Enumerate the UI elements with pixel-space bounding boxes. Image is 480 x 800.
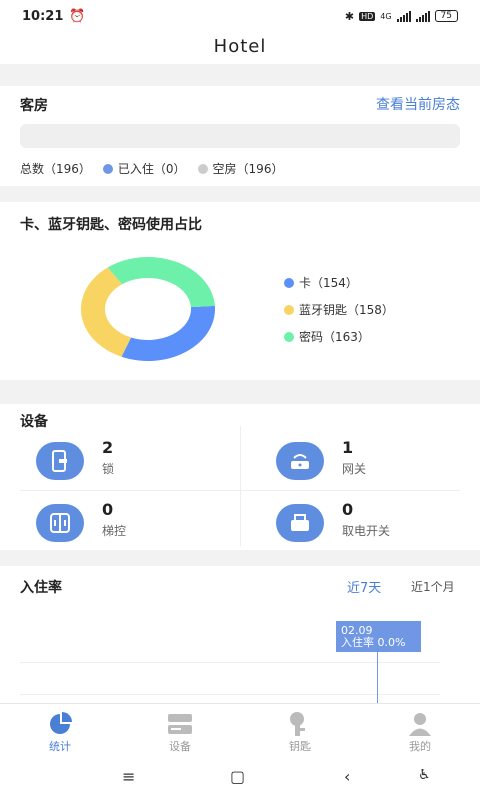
tab-keys[interactable]: 钥匙 bbox=[260, 710, 340, 754]
menu-nav-button[interactable]: ≡ bbox=[122, 767, 135, 786]
bluetooth-icon: ✱ bbox=[344, 9, 355, 23]
home-nav-button[interactable]: ▢ bbox=[230, 767, 245, 786]
status-bar: 10:21 ⏰ ✱ HD 4G 75 bbox=[0, 0, 480, 32]
donut-slice-password bbox=[107, 257, 215, 308]
usage-ratio-card: 卡、蓝牙钥匙、密码使用占比 卡（154） 蓝牙钥匙（158） 密码（163） bbox=[0, 202, 480, 380]
vacant-dot bbox=[197, 163, 208, 174]
devices-title: 设备 bbox=[20, 414, 48, 430]
legend-bluetooth-key: 蓝牙钥匙（158） bbox=[284, 301, 394, 318]
elevator-control-label: 梯控 bbox=[102, 524, 127, 538]
legend-vacant: 空房（196） bbox=[197, 160, 284, 177]
gateway-label: 网关 bbox=[342, 462, 367, 476]
legend-bluetooth-label: 蓝牙钥匙（158） bbox=[299, 303, 394, 317]
legend-card: 卡（154） bbox=[284, 274, 358, 291]
rooms-card: 客房 查看当前房态 总数（196） 已入住（0） 空房（196） bbox=[0, 86, 480, 186]
chart-tooltip: 02.09 入住率 0.0% bbox=[336, 621, 421, 652]
tab-keys-label: 钥匙 bbox=[289, 740, 311, 753]
device-lock[interactable]: 2 锁 bbox=[20, 434, 238, 494]
accessibility-icon[interactable]: ♿ bbox=[418, 767, 431, 783]
tab-devices-label: 设备 bbox=[169, 740, 191, 753]
occupancy-card: 入住率 近7天 近1个月 02.09 入住率 0.0% bbox=[0, 566, 480, 706]
occupied-label: 已入住（0） bbox=[117, 162, 186, 176]
lock-label: 锁 bbox=[102, 462, 115, 476]
network-label: 4G bbox=[380, 11, 392, 21]
tab-stats-label: 统计 bbox=[49, 740, 71, 753]
chart-cursor-line bbox=[377, 652, 378, 706]
vacant-label: 空房（196） bbox=[212, 162, 284, 176]
device-power-switch[interactable]: 0 取电开关 bbox=[260, 496, 478, 556]
battery-icon: 75 bbox=[434, 10, 458, 22]
app-screen: 10:21 ⏰ ✱ HD 4G 75 Hotel 客房 查看当前房态 总数（19… bbox=[0, 0, 480, 800]
legend-password-dot bbox=[284, 331, 294, 342]
devices-divider-vertical bbox=[240, 426, 241, 546]
device-elevator-control[interactable]: 0 梯控 bbox=[20, 496, 238, 556]
room-occupancy-bar bbox=[20, 124, 460, 148]
devices-card: 设备 2 锁 1 网关 0 梯控 0 取电开关 bbox=[0, 404, 480, 550]
back-nav-button[interactable]: ‹ bbox=[344, 767, 350, 786]
app-title: Hotel bbox=[0, 32, 480, 64]
power-switch-count: 0 bbox=[342, 500, 354, 519]
system-nav-bar: ≡ ▢ ‹ ♿ bbox=[0, 757, 480, 800]
tab-devices[interactable]: 设备 bbox=[140, 710, 220, 754]
tab-profile-label: 我的 bbox=[409, 740, 431, 753]
view-room-status-link[interactable]: 查看当前房态 bbox=[376, 94, 460, 114]
signal-icon bbox=[396, 10, 411, 22]
bottom-tab-bar: 统计 设备 钥匙 我的 bbox=[0, 703, 480, 757]
elevator-control-count: 0 bbox=[102, 500, 114, 519]
gateway-count: 1 bbox=[342, 438, 354, 457]
usage-title: 卡、蓝牙钥匙、密码使用占比 bbox=[20, 217, 202, 233]
occupied-dot bbox=[102, 163, 113, 174]
elevator-control-icon bbox=[36, 504, 84, 542]
tab-profile[interactable]: 我的 bbox=[380, 710, 460, 754]
device-icon bbox=[140, 710, 220, 738]
rooms-title: 客房 bbox=[20, 98, 48, 114]
device-gateway[interactable]: 1 网关 bbox=[260, 434, 478, 494]
profile-icon bbox=[380, 710, 460, 738]
occupancy-title: 入住率 bbox=[20, 580, 62, 596]
power-switch-label: 取电开关 bbox=[342, 524, 391, 538]
lock-icon bbox=[36, 442, 84, 480]
gateway-icon bbox=[276, 442, 324, 480]
tab-last-month[interactable]: 近1个月 bbox=[411, 578, 455, 595]
signal-2-icon bbox=[415, 10, 430, 22]
lock-count: 2 bbox=[102, 438, 114, 457]
legend-password-label: 密码（163） bbox=[299, 330, 370, 344]
legend-bluetooth-dot bbox=[284, 304, 294, 315]
alarm-icon: ⏰ bbox=[69, 8, 86, 24]
tab-last-7-days[interactable]: 近7天 bbox=[347, 577, 381, 596]
stats-pie-icon bbox=[20, 710, 100, 738]
power-switch-icon bbox=[276, 504, 324, 542]
legend-password: 密码（163） bbox=[284, 328, 370, 345]
rooms-legend: 总数（196） 已入住（0） 空房（196） bbox=[20, 160, 283, 177]
donut-slice-card bbox=[121, 305, 215, 361]
rooms-total: 总数（196） bbox=[20, 162, 91, 176]
legend-card-label: 卡（154） bbox=[299, 276, 358, 290]
legend-card-dot bbox=[284, 277, 294, 288]
hd-badge: HD bbox=[359, 11, 376, 21]
tooltip-value: 入住率 0.0% bbox=[341, 636, 406, 649]
legend-occupied: 已入住（0） bbox=[102, 160, 186, 177]
tab-stats[interactable]: 统计 bbox=[20, 710, 100, 754]
usage-donut-chart bbox=[80, 257, 215, 361]
key-icon bbox=[260, 710, 340, 738]
status-time: 10:21 bbox=[22, 8, 64, 24]
